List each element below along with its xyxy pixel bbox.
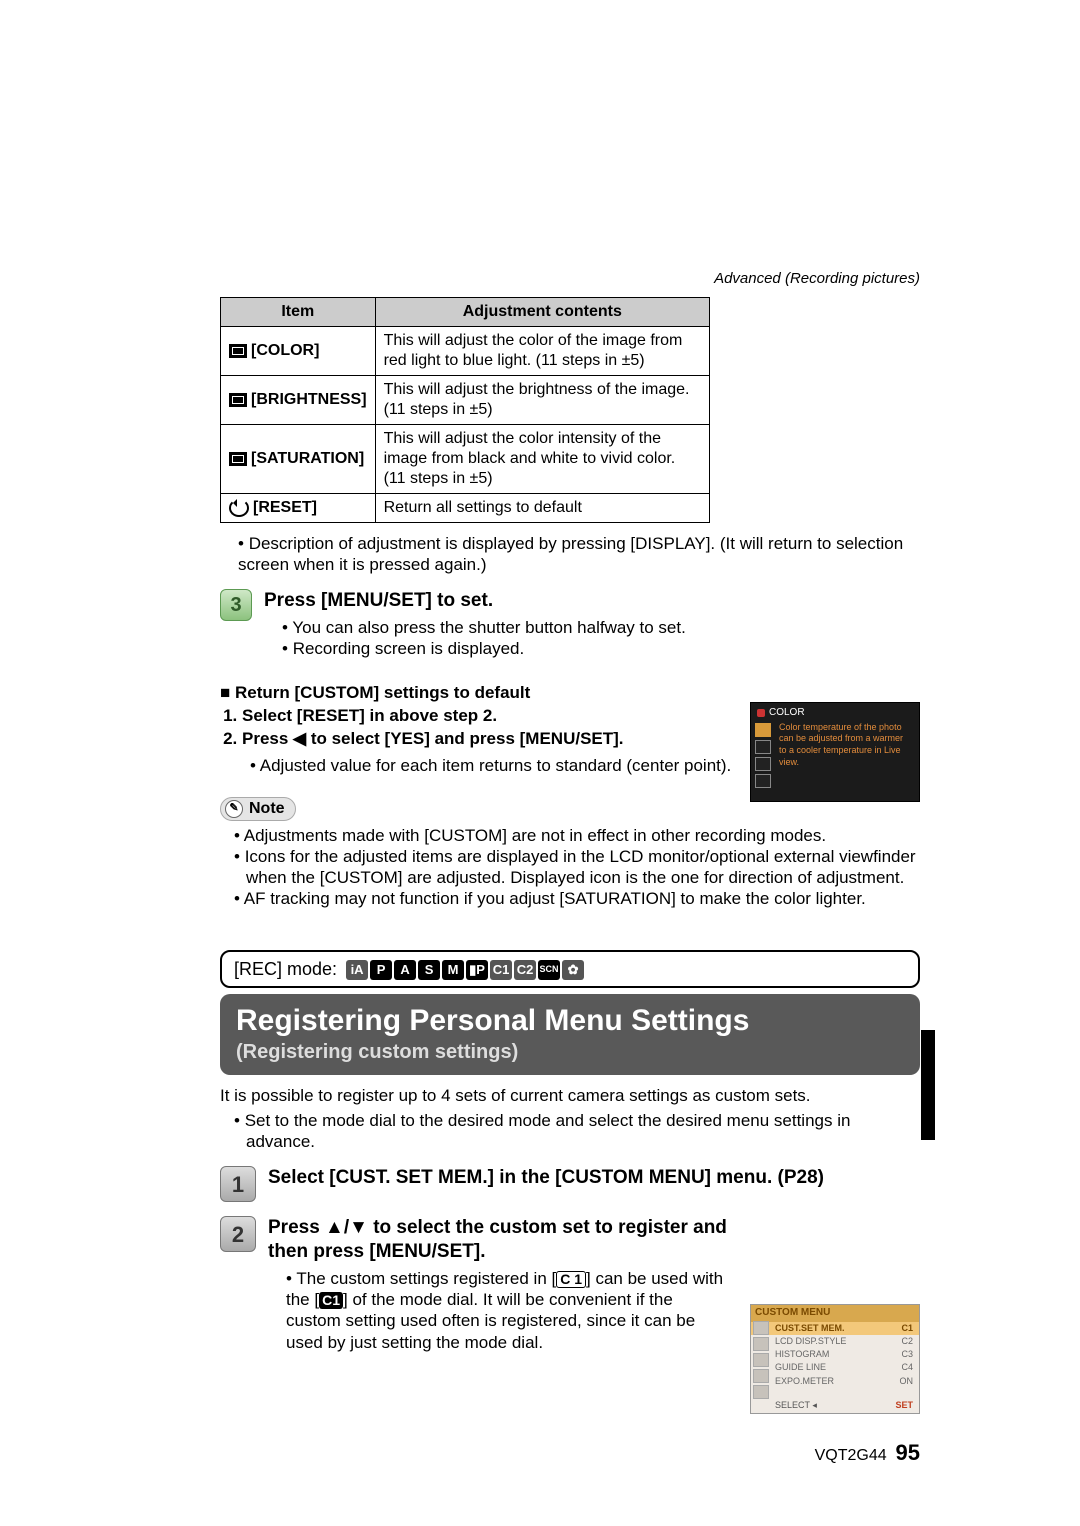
mode-m-icon: M: [442, 960, 464, 980]
note-label: Note: [249, 799, 285, 819]
step-title: Press ▲/▼ to select the custom set to re…: [268, 1216, 730, 1264]
mode-ia-icon: iA: [346, 960, 368, 980]
item-desc: This will adjust the brightness of the i…: [375, 375, 709, 424]
brightness-icon: [229, 393, 247, 407]
item-name: [COLOR]: [251, 342, 319, 359]
step-number-badge: 3: [220, 589, 252, 621]
item-desc: This will adjust the color of the image …: [375, 326, 709, 375]
lcd-side-icon: [755, 723, 771, 737]
c1-solid-icon: C1: [319, 1292, 343, 1309]
rec-mode-box: [REC] mode: iA P A S M ▮P C1 C2 SCN ✿: [220, 950, 920, 989]
mode-p-icon: P: [370, 960, 392, 980]
page-footer: VQT2G44 95: [815, 1439, 920, 1467]
item-name: [SATURATION]: [251, 450, 364, 467]
manual-page: Advanced (Recording pictures) Item Adjus…: [0, 0, 1080, 1526]
table-row: [SATURATION] This will adjust the color …: [221, 424, 710, 493]
lcd-menu-row: HISTOGRAMC3: [751, 1348, 919, 1361]
reset-icon: [229, 499, 249, 517]
lcd-tab-icon: [753, 1353, 769, 1367]
lcd-tab-icon: [753, 1321, 769, 1335]
col-contents: Adjustment contents: [375, 297, 709, 326]
page-number: 95: [896, 1440, 920, 1465]
table-row: [RESET] Return all settings to default: [221, 493, 710, 522]
step-title: Press [MENU/SET] to set.: [264, 589, 920, 613]
step-1: 1 Select [CUST. SET MEM.] in the [CUSTOM…: [220, 1166, 920, 1202]
item-desc: This will adjust the color intensity of …: [375, 424, 709, 493]
item-name: [BRIGHTNESS]: [251, 391, 367, 408]
mode-c2-icon: C2: [514, 960, 536, 980]
step-number-badge: 1: [220, 1166, 256, 1202]
lcd-tab-icon: [753, 1385, 769, 1399]
step-number-badge: 2: [220, 1216, 256, 1252]
mode-s-icon: S: [418, 960, 440, 980]
mode-scn-icon: SCN: [538, 960, 560, 980]
after-table-note: Description of adjustment is displayed b…: [220, 533, 920, 576]
intro-line: It is possible to register up to 4 sets …: [220, 1085, 920, 1106]
lcd-preview-custom-menu: CUSTOM MENU CUST.SET MEM.C1 LCD DISP.STY…: [750, 1304, 920, 1414]
lcd-menu-title: CUSTOM MENU: [751, 1305, 919, 1322]
doc-code: VQT2G44: [815, 1447, 887, 1464]
item-desc: Return all settings to default: [375, 493, 709, 522]
lcd-menu-row: EXPO.METERON: [751, 1375, 919, 1388]
intro-bullet: Set to the mode dial to the desired mode…: [220, 1110, 920, 1153]
record-dot-icon: [757, 709, 765, 717]
lcd-side-icon: [755, 774, 771, 788]
mode-mycolor-icon: ✿: [562, 960, 584, 980]
c1-outline-icon: C 1: [556, 1271, 586, 1288]
note-icon: ✎: [225, 800, 243, 818]
note-badge: ✎ Note: [220, 797, 296, 821]
color-icon: [229, 344, 247, 358]
section-subtitle: (Registering custom settings): [236, 1040, 904, 1065]
lcd-side-icon: [755, 740, 771, 754]
lcd-side-icon: [755, 757, 771, 771]
section-side-tab: [921, 1030, 935, 1140]
note-list: Adjustments made with [CUSTOM] are not i…: [220, 825, 920, 910]
section-title-bar: Registering Personal Menu Settings (Regi…: [220, 994, 920, 1075]
section-title: Registering Personal Menu Settings: [236, 1002, 904, 1040]
table-row: [BRIGHTNESS] This will adjust the bright…: [221, 375, 710, 424]
item-name: [RESET]: [253, 499, 317, 516]
saturation-icon: [229, 452, 247, 466]
step-body: The custom settings registered in [C 1] …: [268, 1268, 730, 1353]
lcd-preview-color: COLOR Color temperature of the photo can…: [750, 702, 920, 802]
return-custom-heading: Return [CUSTOM] settings to default: [220, 682, 920, 703]
table-row: [COLOR] This will adjust the color of th…: [221, 326, 710, 375]
lcd-menu-row: LCD DISP.STYLEC2: [751, 1335, 919, 1348]
col-item: Item: [221, 297, 376, 326]
lcd-menu-row: CUST.SET MEM.C1: [751, 1322, 919, 1335]
step-3: 3 Press [MENU/SET] to set. You can also …: [220, 589, 920, 669]
rec-mode-label: [REC] mode:: [234, 959, 337, 979]
step-title: Select [CUST. SET MEM.] in the [CUSTOM M…: [268, 1166, 920, 1190]
adjustment-table: Item Adjustment contents [COLOR] This wi…: [220, 297, 710, 523]
mode-mp-icon: ▮P: [466, 960, 488, 980]
lcd-tab-icon: [753, 1337, 769, 1351]
lcd-tab-icon: [753, 1369, 769, 1383]
mode-icon-row: iA P A S M ▮P C1 C2 SCN ✿: [346, 960, 584, 980]
step-bullets: You can also press the shutter button ha…: [264, 617, 920, 660]
lcd-desc: Color temperature of the photo can be ad…: [779, 722, 913, 769]
lcd-footer: SELECT ◂ SET: [775, 1400, 913, 1411]
section-header: Advanced (Recording pictures): [220, 270, 920, 289]
lcd-menu-row: GUIDE LINEC4: [751, 1361, 919, 1374]
mode-a-icon: A: [394, 960, 416, 980]
mode-c1-icon: C1: [490, 960, 512, 980]
lcd-title: COLOR: [769, 707, 805, 720]
